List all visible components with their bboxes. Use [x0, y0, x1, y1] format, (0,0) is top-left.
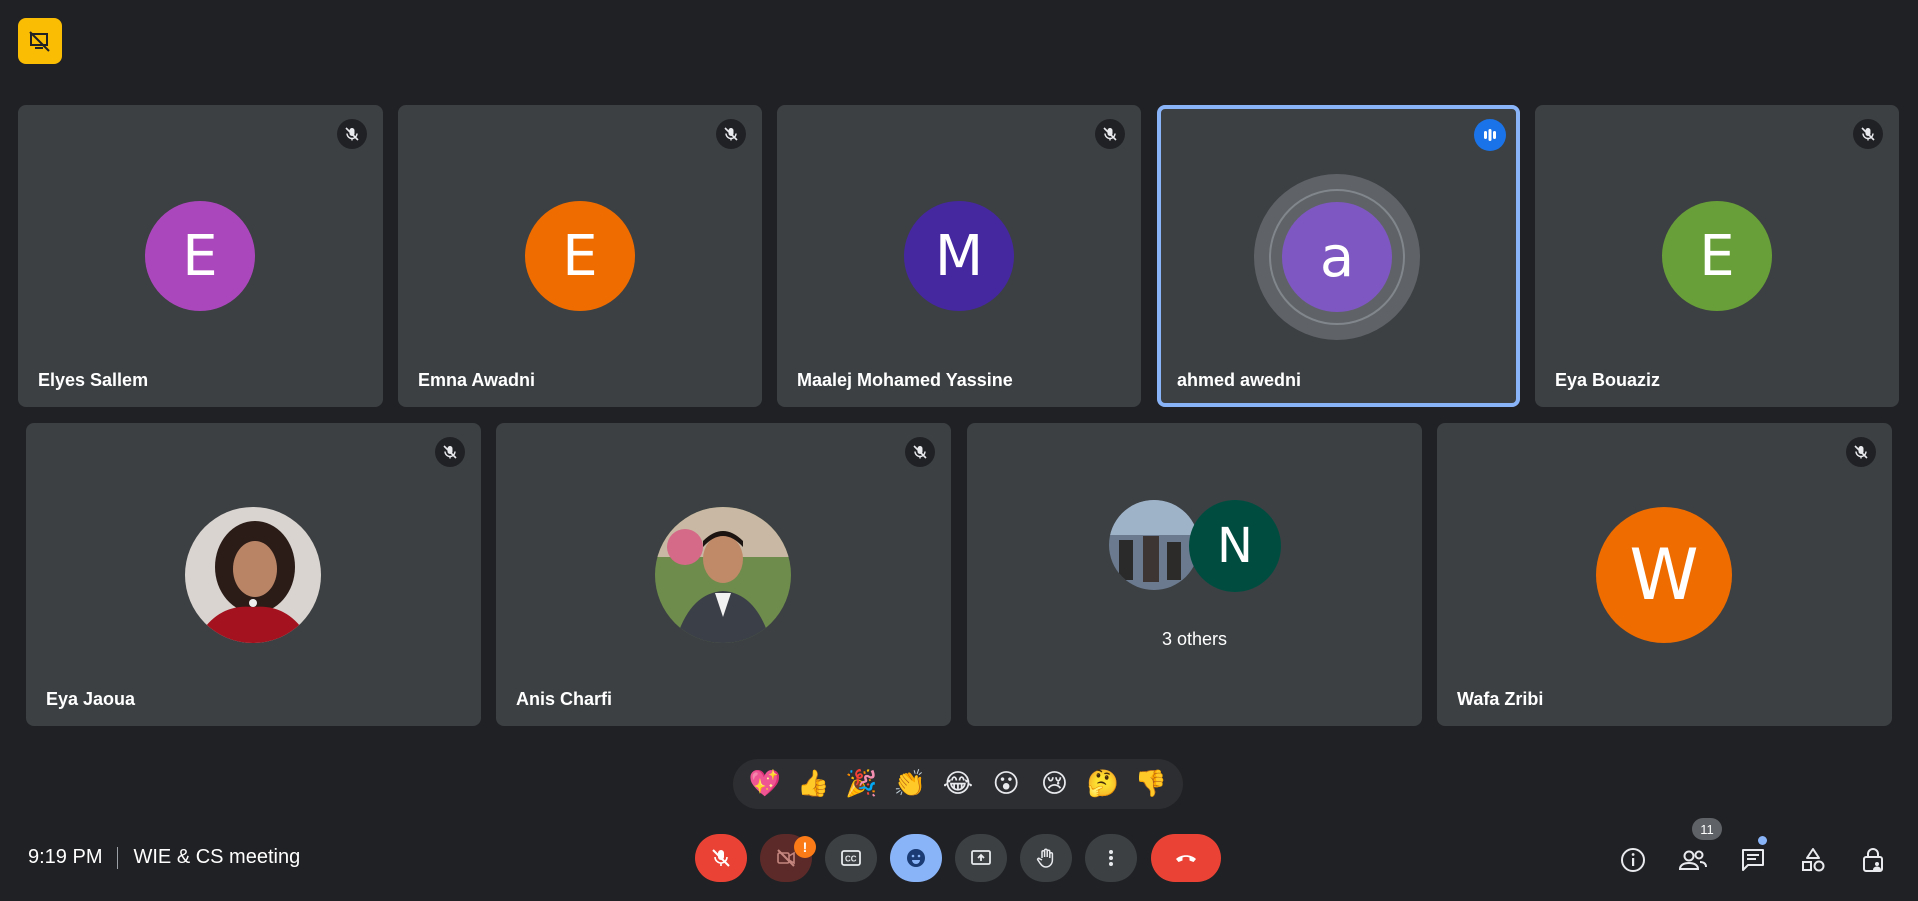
chat-icon — [1742, 849, 1764, 871]
participant-tile[interactable]: E Eya Bouaziz — [1535, 105, 1899, 407]
participant-name: Wafa Zribi — [1457, 689, 1544, 709]
avatar: E — [1662, 201, 1772, 311]
reaction-tears-of-joy[interactable]: 😂 — [936, 769, 980, 799]
reaction-crying[interactable]: 😢 — [1032, 769, 1076, 799]
avatar: a — [1282, 202, 1392, 312]
mic-off-icon — [337, 119, 367, 149]
participant-name: Anis Charfi — [516, 689, 613, 709]
mic-off-icon — [712, 849, 730, 867]
reaction-party-popper[interactable]: 🎉 — [840, 769, 884, 799]
mic-off-icon — [1095, 119, 1125, 149]
participant-name: Eya Jaoua — [46, 689, 136, 709]
captions-button[interactable]: CC — [825, 834, 877, 882]
others-tile[interactable]: N 3 others — [967, 423, 1422, 726]
meeting-time: 9:19 PM — [28, 846, 103, 868]
profile-photo — [655, 507, 791, 643]
avatar: W — [1596, 507, 1732, 643]
host-controls-button[interactable] — [1851, 838, 1895, 882]
info-icon — [1621, 848, 1645, 872]
present-screen-icon — [971, 850, 991, 865]
camera-warning-badge: ! — [794, 836, 816, 858]
meeting-info: 9:19 PM WIE & CS meeting — [28, 846, 300, 869]
participant-name: Elyes Sallem — [38, 370, 149, 390]
participant-name: Emna Awadni — [418, 370, 536, 390]
reaction-thumbs-up[interactable]: 👍 — [791, 769, 835, 799]
hang-up-icon — [1176, 855, 1196, 862]
mic-off-icon — [1846, 437, 1876, 467]
lock-person-icon — [1863, 848, 1883, 872]
participant-tile[interactable]: W Wafa Zribi — [1437, 423, 1892, 726]
mic-off-icon — [1853, 119, 1883, 149]
others-photo — [1109, 500, 1199, 590]
reaction-thumbs-down[interactable]: 👎 — [1129, 769, 1173, 799]
mic-toggle-button[interactable] — [695, 834, 747, 882]
reaction-surprised[interactable]: 😮 — [984, 769, 1028, 799]
profile-photo — [185, 507, 321, 643]
divider — [117, 846, 119, 869]
reactions-button[interactable] — [890, 834, 942, 882]
presentation-off-badge[interactable] — [18, 18, 62, 64]
people-button[interactable] — [1671, 838, 1715, 882]
more-options-button[interactable] — [1085, 834, 1137, 882]
participant-name: Eya Bouaziz — [1555, 370, 1661, 390]
participant-name: Maalej Mohamed Yassine — [797, 370, 1013, 390]
present-screen-button[interactable] — [955, 834, 1007, 882]
others-avatar: N — [1189, 500, 1281, 592]
closed-captions-icon: CC — [841, 850, 861, 866]
others-label: 3 others — [1161, 629, 1228, 649]
reaction-thinking[interactable]: 🤔 — [1081, 769, 1125, 799]
avatar: M — [904, 201, 1014, 311]
more-vert-icon — [1109, 850, 1113, 866]
mic-off-icon — [716, 119, 746, 149]
participant-tile[interactable]: M Maalej Mohamed Yassine — [777, 105, 1141, 407]
participant-tile[interactable]: E Elyes Sallem — [18, 105, 383, 407]
shapes-icon — [1802, 848, 1825, 872]
chat-button[interactable] — [1731, 838, 1775, 882]
emoji-icon — [907, 849, 925, 867]
speaking-indicator-icon — [1474, 119, 1506, 151]
people-icon — [1678, 850, 1707, 870]
reactions-bar: 💖 👍 🎉 👏 😂 😮 😢 🤔 👎 — [733, 759, 1183, 809]
chat-notification-dot — [1758, 836, 1767, 845]
reaction-clapping[interactable]: 👏 — [888, 769, 932, 799]
participant-tile[interactable]: Anis Charfi — [496, 423, 951, 726]
participant-tile-active-speaker[interactable]: a ahmed awedni — [1157, 105, 1520, 407]
participant-name: ahmed awedni — [1177, 370, 1302, 390]
meeting-details-button[interactable] — [1611, 838, 1655, 882]
present-off-icon — [29, 31, 50, 52]
raise-hand-button[interactable] — [1020, 834, 1072, 882]
svg-text:CC: CC — [845, 855, 857, 864]
avatar: E — [145, 201, 255, 311]
avatar: E — [525, 201, 635, 311]
activities-button[interactable] — [1791, 838, 1835, 882]
participant-tile[interactable]: Eya Jaoua — [26, 423, 481, 726]
participant-count-badge: 11 — [1692, 818, 1722, 840]
hand-icon — [1036, 848, 1054, 868]
participant-tile[interactable]: E Emna Awadni — [398, 105, 762, 407]
leave-call-button[interactable] — [1151, 834, 1221, 882]
reaction-sparkling-heart[interactable]: 💖 — [743, 769, 787, 799]
mic-off-icon — [435, 437, 465, 467]
mic-off-icon — [905, 437, 935, 467]
meeting-title[interactable]: WIE & CS meeting — [133, 846, 300, 869]
